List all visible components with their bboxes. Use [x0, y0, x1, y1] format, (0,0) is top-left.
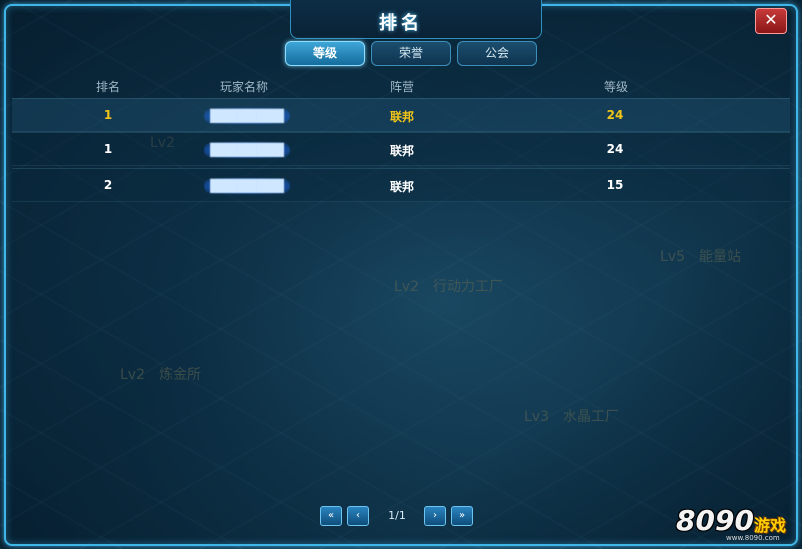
row-level: 24: [606, 142, 624, 156]
last-page-button[interactable]: »: [451, 506, 473, 526]
row-player-name: ████████: [202, 178, 292, 194]
logo-url: www.8090.com: [726, 534, 780, 542]
logo-word: 游戏: [754, 516, 787, 535]
player-name-redacted: ████████: [204, 108, 290, 124]
row-rank: 1: [103, 108, 113, 122]
table-row: 1 ████████ 联邦 24: [12, 98, 790, 132]
row-level: 15: [606, 178, 624, 192]
row-player-name: ████████: [202, 142, 292, 158]
page-indicator: 1/1: [388, 509, 406, 522]
header-player-name: 玩家名称: [220, 80, 269, 94]
first-page-button[interactable]: «: [320, 506, 342, 526]
row-camp: 联邦: [389, 144, 414, 158]
header-camp: 阵营: [390, 80, 415, 94]
row-level: 24: [606, 108, 624, 122]
row-camp: 联邦: [389, 180, 414, 194]
prev-page-button[interactable]: ‹: [347, 506, 369, 526]
next-page-button[interactable]: ›: [424, 506, 446, 526]
logo-number: 8090: [676, 504, 754, 537]
tab-honor[interactable]: 荣誉: [371, 41, 451, 66]
table-row: 1 ████████ 联邦 24: [12, 132, 790, 166]
row-rank: 1: [103, 142, 113, 156]
row-camp: 联邦: [389, 110, 414, 124]
tab-level[interactable]: 等级: [285, 41, 365, 66]
row-player-name: ████████: [202, 108, 292, 124]
row-rank: 2: [103, 178, 113, 192]
player-name-redacted: ████████: [204, 178, 290, 194]
watermark-logo: 8090 游戏 www.8090.com: [676, 498, 796, 544]
header-rank: 排名: [96, 80, 121, 94]
table-row: 2 ████████ 联邦 15: [12, 168, 790, 202]
tab-guild[interactable]: 公会: [457, 41, 537, 66]
close-button[interactable]: ✕: [755, 8, 787, 34]
dialog-title: 排名: [379, 13, 423, 34]
player-name-redacted: ████████: [204, 142, 290, 158]
header-level: 等级: [604, 80, 629, 94]
